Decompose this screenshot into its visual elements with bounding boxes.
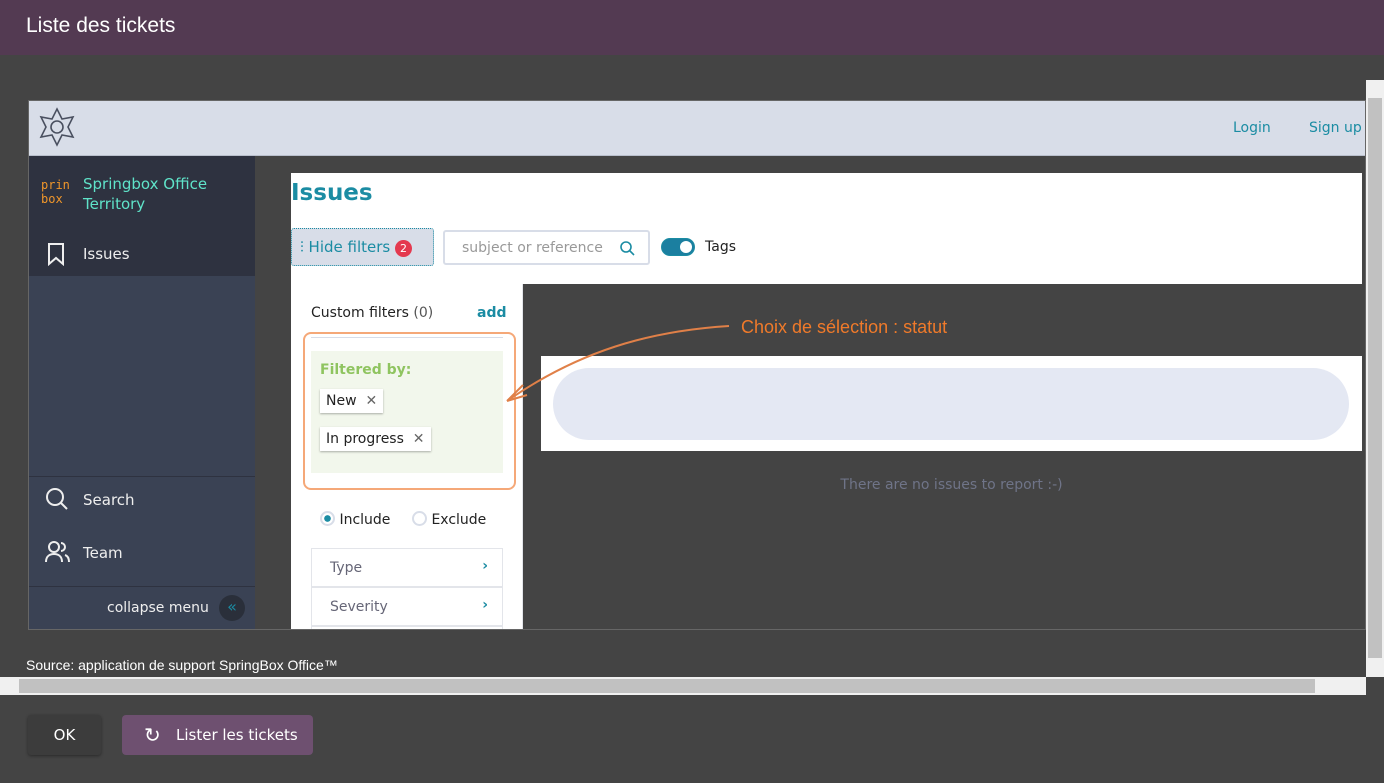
- search-input[interactable]: subject or reference: [443, 230, 650, 265]
- window-title: Liste des tickets: [0, 0, 1384, 55]
- sidebar-bottom: Search Team collapse menu «: [29, 276, 255, 629]
- sidebar-item-label: Issues: [83, 245, 130, 263]
- logo-icon: [39, 107, 75, 147]
- include-radio[interactable]: Include: [320, 511, 390, 528]
- filter-category-type[interactable]: Type ›: [311, 548, 503, 587]
- bookmark-icon: [48, 243, 64, 266]
- ok-button[interactable]: OK: [28, 715, 101, 755]
- hide-filters-label: Hide filters: [308, 238, 391, 256]
- sidebar-item-search[interactable]: Search: [29, 476, 255, 522]
- filter-count-badge: 2: [395, 240, 413, 257]
- sidebar-item-issues[interactable]: Issues: [29, 234, 255, 276]
- filters-panel: Custom filters (0) add Filtered by: New …: [291, 284, 523, 629]
- sidebar-top: prin box Springbox Office Territory Issue…: [29, 156, 255, 276]
- sidebar-item-team[interactable]: Team: [29, 530, 255, 576]
- login-link[interactable]: Login: [1233, 120, 1271, 136]
- search-icon: [46, 488, 68, 510]
- collapse-menu-button[interactable]: collapse menu «: [29, 586, 255, 629]
- source-caption: Source: application de support SpringBox…: [26, 657, 338, 673]
- team-icon: [45, 541, 70, 563]
- chevrons-left-icon: «: [219, 595, 245, 621]
- app-header: Login Sign up: [29, 101, 1365, 156]
- issues-header-panel: Issues ⫶ Hide filters 2 subject or refer…: [291, 173, 1362, 284]
- horizontal-scrollbar[interactable]: [0, 677, 1366, 695]
- list-tickets-button[interactable]: ↻ Lister les tickets: [122, 715, 313, 755]
- page-title: Issues: [291, 180, 373, 206]
- sidebar-item-label: Team: [83, 544, 123, 562]
- annotation-arrow-icon: [506, 325, 730, 402]
- refresh-icon: ↻: [144, 723, 161, 747]
- hide-filters-button[interactable]: ⫶ Hide filters 2: [291, 228, 434, 266]
- search-icon: [620, 241, 635, 256]
- chevron-right-icon: ›: [482, 558, 488, 574]
- annotation-label: Choix de sélection : statut: [741, 317, 948, 337]
- org-name: Springbox Office Territory: [83, 175, 208, 213]
- sidebar-item-label: Search: [83, 491, 135, 509]
- vertical-scrollbar[interactable]: [1366, 80, 1384, 677]
- empty-message: There are no issues to report :-): [840, 477, 1063, 493]
- list-tickets-label: Lister les tickets: [176, 726, 298, 744]
- sliders-icon: ⫶: [300, 238, 304, 256]
- chevron-right-icon: ›: [482, 597, 488, 613]
- collapse-label: collapse menu: [107, 600, 209, 616]
- tags-toggle[interactable]: [661, 238, 695, 256]
- filter-category-more[interactable]: [311, 626, 503, 629]
- exclude-radio[interactable]: Exclude: [412, 511, 486, 528]
- tags-label: Tags: [705, 239, 736, 255]
- embedded-screenshot: Login Sign up prin box Springbox Office T…: [28, 100, 1366, 630]
- filter-category-severity[interactable]: Severity ›: [311, 587, 503, 626]
- org-logo: prin box: [41, 178, 70, 206]
- search-placeholder: subject or reference: [462, 240, 603, 256]
- annotation-highlight-box: [303, 332, 516, 490]
- custom-filters-label: Custom filters (0): [311, 305, 434, 321]
- signup-link[interactable]: Sign up: [1309, 120, 1362, 136]
